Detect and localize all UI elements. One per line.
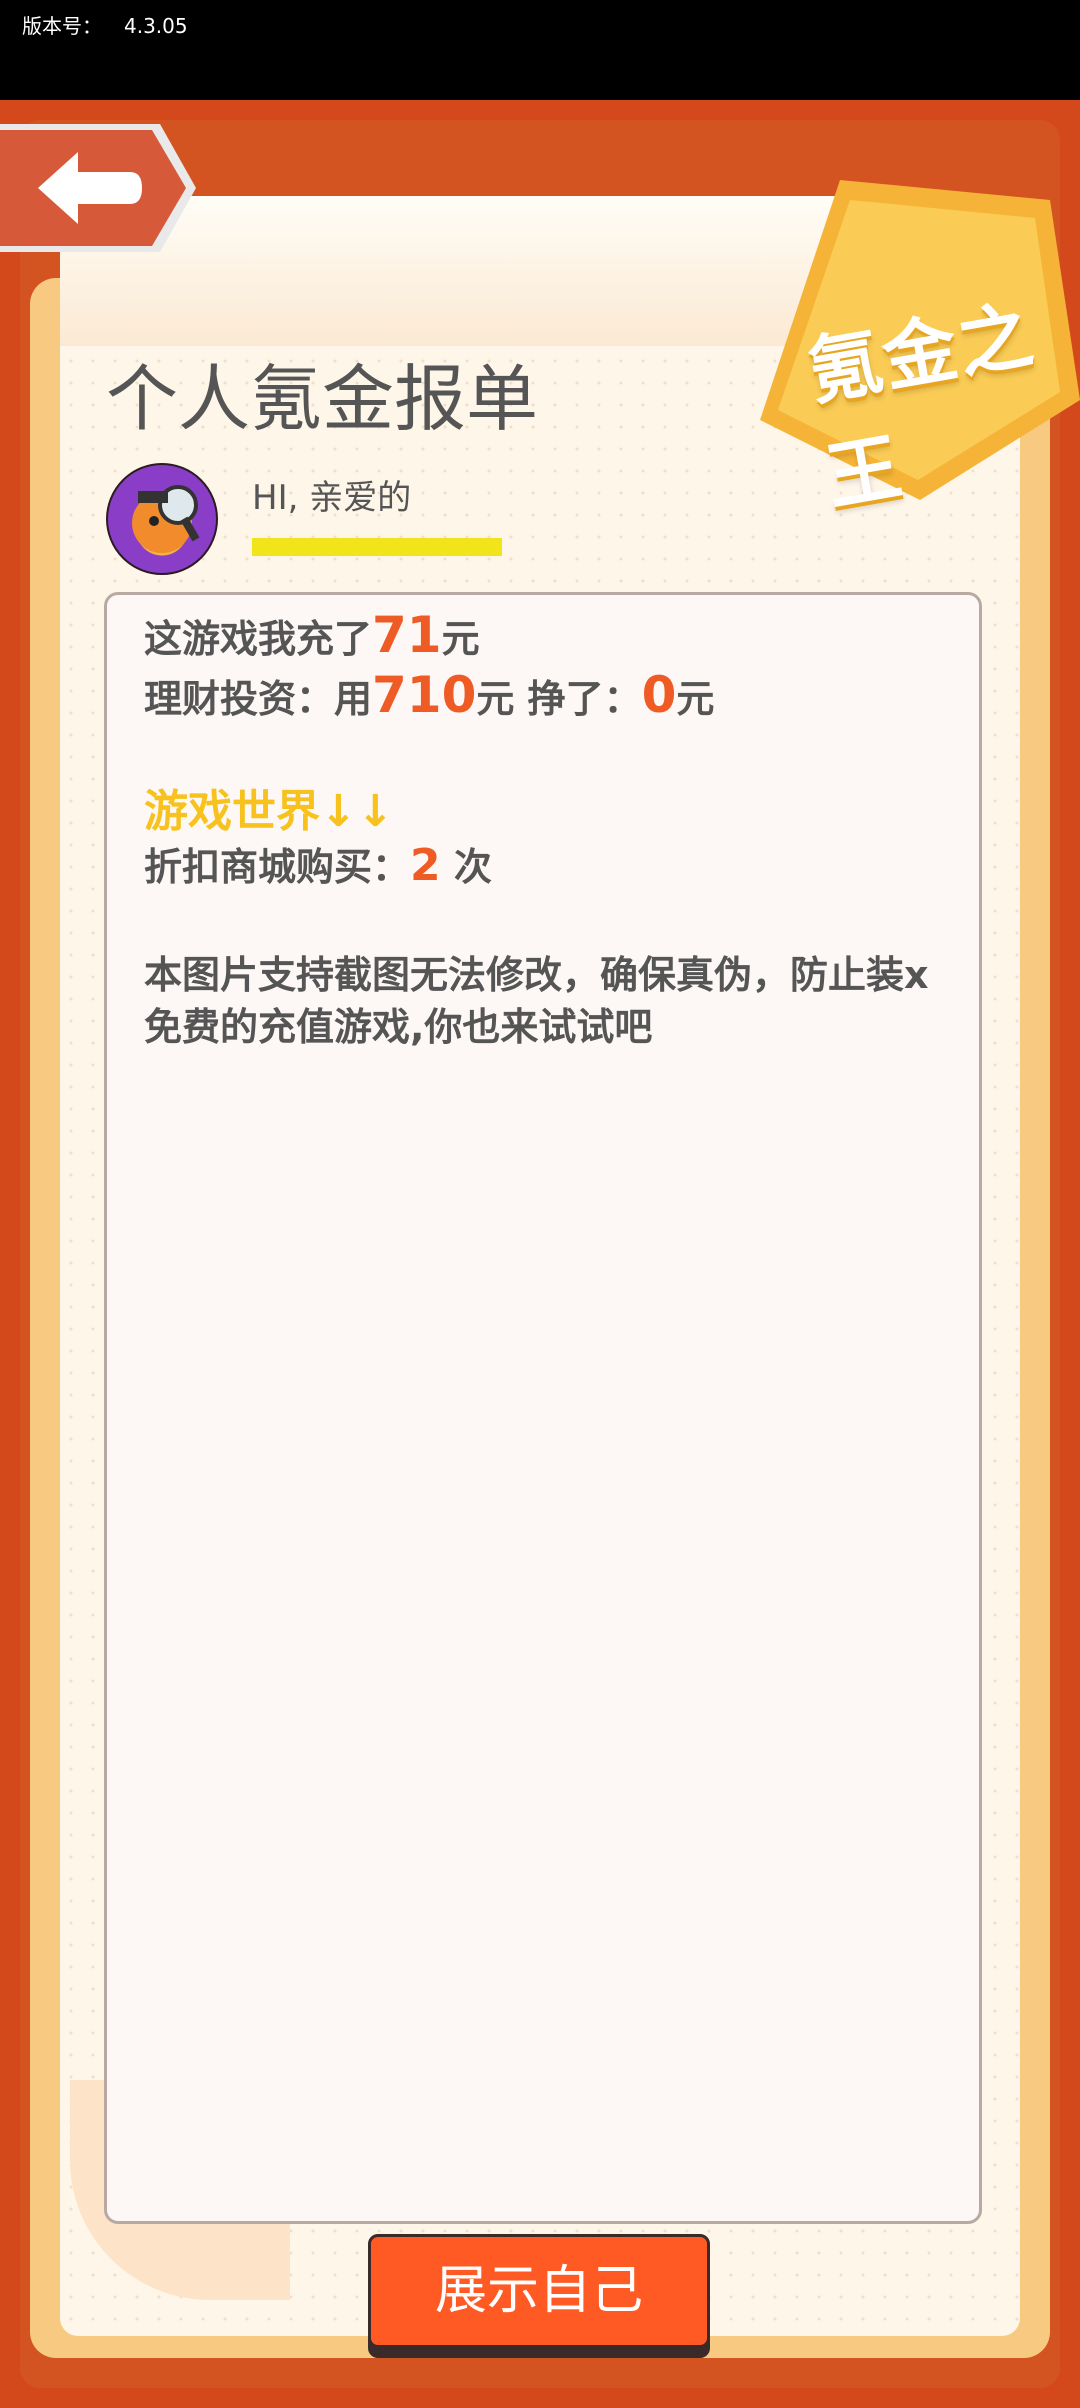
note-line-1: 本图片支持截图无法修改，确保真伪，防止装x — [144, 953, 929, 997]
recharge-line: 这游戏我充了71元 — [144, 606, 480, 664]
note-line-2: 免费的充值游戏,你也来试试吧 — [144, 1005, 653, 1049]
investment-suffix: 元 — [676, 677, 715, 721]
character-avatar-icon — [132, 485, 200, 553]
investment-prefix: 理财投资：用 — [144, 677, 373, 721]
discount-prefix: 折扣商城购买： — [144, 845, 411, 889]
version-label: 版本号： — [22, 14, 102, 38]
status-bar: 版本号： 4.3.05 — [0, 0, 1080, 100]
recharge-suffix: 元 — [441, 617, 480, 661]
investment-line: 理财投资：用710元 挣了：0元 — [144, 666, 714, 724]
avatar — [106, 463, 218, 575]
greeting-text: HI, 亲爱的 — [252, 478, 412, 518]
discount-line: 折扣商城购买：2 次 — [144, 836, 492, 891]
back-arrow-icon — [0, 124, 196, 252]
version-text: 版本号： 4.3.05 — [22, 10, 188, 39]
back-button[interactable] — [0, 118, 200, 258]
game-world-heading: 游戏世界↓↓ — [144, 786, 394, 837]
earned-value: 0 — [641, 666, 677, 724]
discount-count: 2 — [410, 840, 441, 891]
recharge-prefix: 这游戏我充了 — [144, 617, 373, 661]
badge-text: 氪金之王 — [801, 291, 1041, 522]
show-myself-button[interactable]: 展示自己 — [368, 2234, 710, 2348]
version-value: 4.3.05 — [124, 14, 188, 38]
investment-value: 710 — [372, 666, 477, 724]
recharge-value: 71 — [372, 606, 442, 664]
discount-suffix: 次 — [440, 845, 492, 889]
page-title: 个人氪金报单 — [106, 357, 539, 441]
investment-mid: 元 挣了： — [476, 677, 642, 721]
name-highlight-bar — [252, 538, 502, 556]
